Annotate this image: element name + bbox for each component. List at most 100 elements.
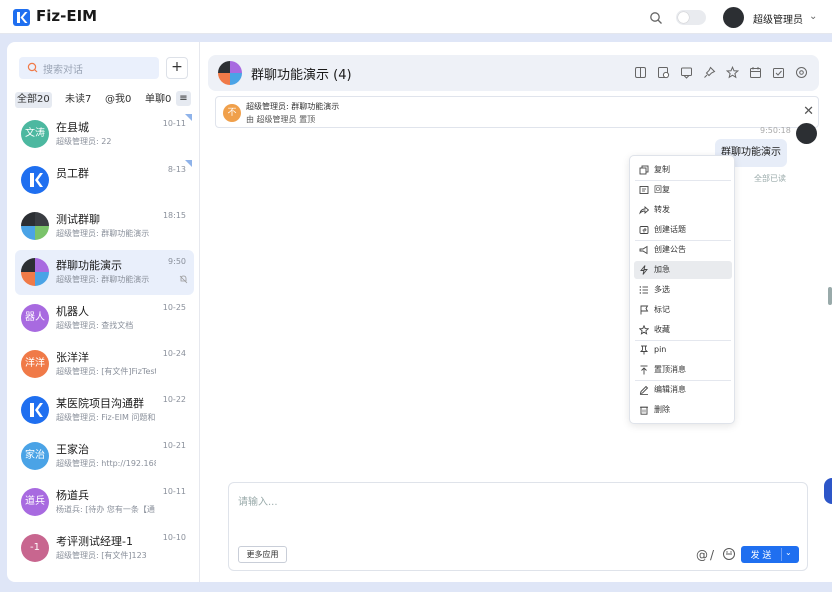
tasks-icon[interactable] [772, 66, 785, 79]
conversation-item[interactable]: 道兵 杨道兵 杨道兵: [待办 您有一条【通 10-11 [15, 480, 194, 525]
split-view-icon[interactable] [634, 66, 647, 79]
menu-item-multiselect[interactable]: 多选 [634, 281, 732, 299]
conversation-name: 杨道兵 [56, 489, 89, 502]
menu-item-pin-top[interactable]: 置顶消息 [634, 361, 732, 379]
menu-item-copy[interactable]: 复制 [634, 161, 732, 179]
pin-icon[interactable] [703, 66, 716, 79]
mute-icon [179, 275, 188, 284]
conversation-item[interactable]: -1 考评测试经理-1 超级管理员: [有文件]123 10-10 [15, 526, 194, 571]
pinned-message-bar[interactable]: 不 超级管理员: 群聊功能演示 由 超级管理员 置顶 ✕ [215, 96, 819, 128]
user-avatar[interactable] [723, 7, 744, 28]
star-icon [639, 325, 649, 335]
conversation-last-message: 超级管理员: 22 [56, 137, 112, 146]
filter-menu-icon[interactable]: ≡ [176, 91, 191, 106]
conversation-name: 机器人 [56, 305, 89, 318]
theme-toggle[interactable] [676, 10, 706, 25]
menu-item-mark[interactable]: 标记 [634, 301, 732, 319]
chevron-down-icon[interactable]: ⌄ [785, 548, 792, 557]
message-context-menu: 复制 回复 转发 # 创建话题 创建公告 加急 多选 标记 收藏 pin 置顶消… [629, 155, 735, 424]
pinned-message-text: 超级管理员: 群聊功能演示 [246, 102, 340, 111]
search-icon[interactable] [649, 10, 663, 24]
group-avatar [218, 61, 242, 85]
conversation-item[interactable]: 洋洋 张洋洋 超级管理员: [有文件]FizTest 10-24 [15, 342, 194, 387]
conversation-time: 10-24 [162, 349, 186, 358]
announcement-icon[interactable] [680, 66, 693, 79]
pinned-corner-icon [185, 160, 192, 167]
topic-icon: # [639, 226, 649, 235]
conversation-item[interactable]: 器人 机器人 超级管理员: 查找文档 10-25 [15, 296, 194, 341]
message-time: 9:50:18 [760, 126, 791, 135]
reply-icon [639, 186, 649, 194]
scrollbar-handle[interactable] [828, 287, 832, 305]
user-name[interactable]: 超级管理员 [753, 11, 803, 26]
menu-item-reply[interactable]: 回复 [634, 181, 732, 199]
filter-tab-all[interactable]: 全部20 [15, 92, 52, 108]
search-icon [27, 62, 38, 73]
settings-icon[interactable] [795, 66, 808, 79]
pinned-by-text: 由 超级管理员 置顶 [246, 115, 316, 124]
add-conversation-button[interactable]: + [166, 57, 188, 79]
conversation-time: 10-10 [162, 533, 186, 542]
conversation-last-message: 超级管理员: [有文件]123 [56, 551, 147, 560]
multiselect-icon [639, 286, 648, 294]
conversation-name: 在县城 [56, 121, 89, 134]
menu-item-favorite[interactable]: 收藏 [634, 321, 732, 339]
sun-icon [678, 12, 689, 23]
message-input[interactable]: 请输入... 更多应用 @ / 发 送 ⌄ [228, 482, 808, 571]
conversation-item[interactable]: 群聊功能演示 超级管理员: 群聊功能演示 9:50 [15, 250, 194, 295]
floating-assistant-tab[interactable] [824, 478, 832, 504]
conversation-name: 员工群 [56, 167, 89, 180]
close-icon[interactable]: ✕ [803, 105, 814, 118]
avatar: 家治 [21, 442, 49, 470]
conversation-last-message: 超级管理员: 查找文档 [56, 321, 134, 330]
conversation-time: 10-11 [162, 119, 186, 128]
send-divider [781, 548, 782, 561]
conversation-sidebar: 搜索对话 + 全部20 未读7 @我0 单聊0 ≡ 文涛 在县城 超级管理员: … [7, 42, 200, 582]
conversation-name: 群聊功能演示 [56, 259, 122, 272]
avatar: 文涛 [21, 120, 49, 148]
avatar: 不 [223, 104, 241, 122]
menu-item-urgent[interactable]: 加急 [634, 261, 732, 279]
mention-button[interactable]: @ [696, 548, 708, 562]
conversation-time: 10-22 [162, 395, 186, 404]
menu-item-create-announcement[interactable]: 创建公告 [634, 241, 732, 259]
command-button[interactable]: / [710, 548, 714, 562]
conversation-item[interactable]: 文涛 在县城 超级管理员: 22 10-11 [15, 112, 194, 157]
history-icon[interactable] [657, 66, 670, 79]
conversation-name: 考评测试经理-1 [56, 535, 133, 548]
conversation-time: 10-11 [162, 487, 186, 496]
more-apps-button[interactable]: 更多应用 [238, 546, 287, 563]
input-placeholder: 请输入... [238, 497, 278, 508]
filter-tab-unread[interactable]: 未读7 [63, 92, 93, 108]
conversation-item[interactable]: 测试群聊 超级管理员: 群聊功能演示 18:15 [15, 204, 194, 249]
trash-icon [640, 406, 648, 415]
send-button[interactable]: 发 送 ⌄ [741, 546, 799, 563]
conversation-item[interactable]: 家治 王家治 超级管理员: http://192.168 10-21 [15, 434, 194, 479]
emoji-icon[interactable] [722, 547, 736, 561]
filter-tab-single[interactable]: 单聊0 [143, 92, 173, 108]
chat-header: 群聊功能演示 (4) [208, 55, 819, 91]
menu-item-forward[interactable]: 转发 [634, 201, 732, 219]
conversation-item[interactable]: 员工群 8-13 [15, 158, 194, 203]
flag-icon [640, 305, 649, 315]
menu-item-pin[interactable]: pin [634, 341, 732, 359]
star-icon[interactable] [726, 66, 739, 79]
lightning-icon [640, 265, 648, 275]
conversation-time: 10-25 [162, 303, 186, 312]
filter-tab-mentions[interactable]: @我0 [103, 92, 133, 108]
chevron-down-icon[interactable]: ⌄ [809, 11, 817, 22]
conversation-time: 18:15 [162, 211, 186, 220]
logo-avatar-icon [21, 396, 49, 424]
avatar[interactable] [796, 123, 817, 144]
menu-item-create-topic[interactable]: # 创建话题 [634, 221, 732, 239]
conversation-item[interactable]: 某医院项目沟通群 超级管理员: Fiz-EIM 问题和 10-22 [15, 388, 194, 433]
app-logo-icon [13, 9, 30, 26]
conversation-time: 9:50 [168, 257, 186, 266]
menu-item-edit[interactable]: 编辑消息 [634, 381, 732, 399]
read-status[interactable]: 全部已读 [754, 173, 786, 184]
menu-item-delete[interactable]: 删除 [634, 401, 732, 419]
conversation-name: 张洋洋 [56, 351, 89, 364]
calendar-icon[interactable] [749, 66, 762, 79]
conversation-name: 王家治 [56, 443, 89, 456]
search-input[interactable]: 搜索对话 [19, 57, 159, 79]
